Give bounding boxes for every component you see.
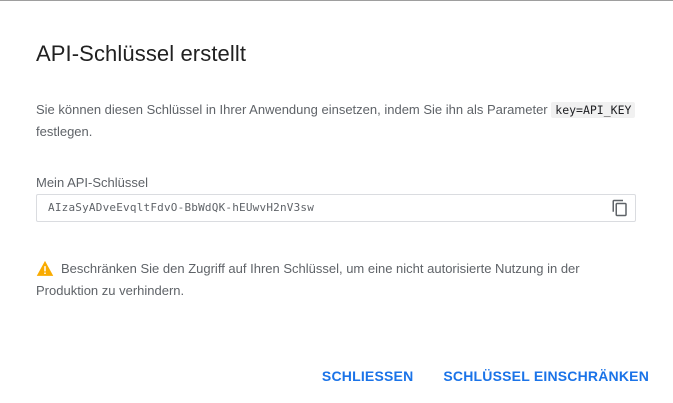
description-text-end: festlegen. (36, 124, 93, 139)
warning-message: Beschränken Sie den Zugriff auf Ihren Sc… (36, 258, 636, 302)
close-button[interactable]: SCHLIESSEN (322, 368, 413, 384)
restrict-key-button[interactable]: SCHLÜSSEL EINSCHRÄNKEN (443, 368, 649, 384)
api-key-label: Mein API-Schlüssel (36, 175, 148, 190)
description-text: Sie können diesen Schlüssel in Ihrer Anw… (36, 102, 548, 117)
dialog-description: Sie können diesen Schlüssel in Ihrer Anw… (36, 99, 636, 142)
parameter-code: key=API_KEY (551, 102, 636, 118)
warning-icon (36, 260, 54, 276)
copy-icon[interactable] (611, 199, 629, 217)
dialog-title: API-Schlüssel erstellt (36, 41, 247, 66)
api-key-value[interactable]: AIzaSyADveEvqltFdvO-BbWdQK-hEUwvH2nV3sw (48, 201, 314, 214)
api-key-created-dialog: API-Schlüssel erstellt Sie können diesen… (0, 0, 673, 403)
api-key-field[interactable]: AIzaSyADveEvqltFdvO-BbWdQK-hEUwvH2nV3sw (36, 194, 636, 222)
warning-text: Beschränken Sie den Zugriff auf Ihren Sc… (36, 261, 580, 298)
dialog-actions: SCHLIESSEN SCHLÜSSEL EINSCHRÄNKEN (322, 368, 649, 384)
